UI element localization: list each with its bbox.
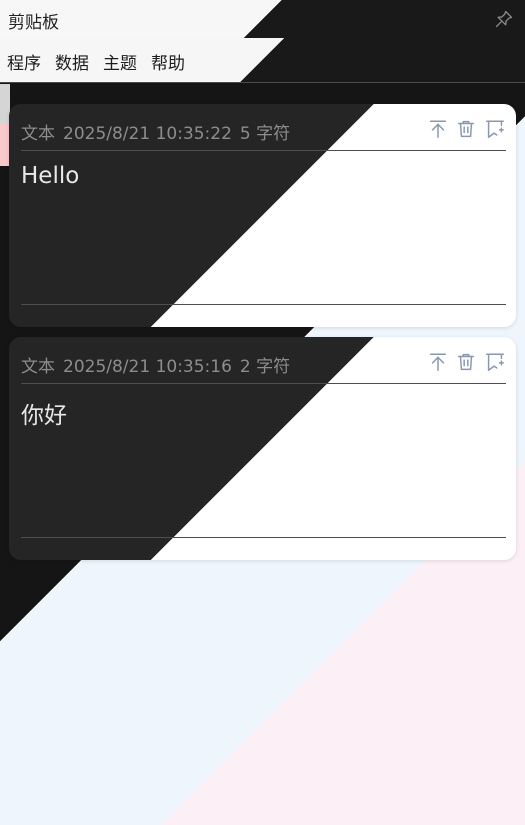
clip-divider	[21, 304, 506, 305]
bookmark-add-icon[interactable]	[484, 118, 506, 140]
arrow-up-to-top-icon[interactable]	[427, 118, 449, 140]
clip-content: Hello	[21, 163, 80, 189]
clip-meta: 文本 2025/8/21 10:35:16 2 字符	[21, 352, 298, 377]
menu-item-data[interactable]: 数据	[55, 49, 89, 74]
clip-size: 5 字符	[239, 124, 291, 144]
app-title: 剪贴板	[8, 13, 59, 33]
clip-card[interactable]: 文本 2025/8/21 10:35:16 2 字符 你好	[9, 337, 516, 560]
clip-card[interactable]: 文本 2025/8/21 10:35:22 5 字符 Hello	[9, 104, 516, 327]
clip-card-header: 文本 2025/8/21 10:35:16 2 字符	[21, 351, 506, 384]
clip-time: 2025/8/21 10:35:16	[63, 357, 232, 377]
clip-type: 文本	[21, 357, 55, 377]
menu-item-theme[interactable]: 主题	[103, 49, 137, 74]
trash-icon[interactable]	[455, 351, 477, 373]
title-bar: 剪贴板	[0, 0, 525, 38]
menu-item-help[interactable]: 帮助	[151, 49, 185, 74]
pin-icon[interactable]	[494, 9, 514, 29]
bookmark-add-icon[interactable]	[484, 351, 506, 373]
clip-type: 文本	[21, 124, 55, 144]
arrow-up-to-top-icon[interactable]	[427, 351, 449, 373]
menu-item-program[interactable]: 程序	[7, 49, 41, 74]
trash-icon[interactable]	[455, 118, 477, 140]
menu-bar: 程序 数据 主题 帮助	[0, 38, 525, 83]
clip-time: 2025/8/21 10:35:22	[63, 124, 232, 144]
clip-size: 2 字符	[239, 357, 291, 377]
clip-divider	[21, 537, 506, 538]
clip-content: 你好	[21, 403, 67, 429]
clip-card-header: 文本 2025/8/21 10:35:22 5 字符	[21, 118, 506, 151]
clip-meta: 文本 2025/8/21 10:35:22 5 字符	[21, 119, 298, 144]
